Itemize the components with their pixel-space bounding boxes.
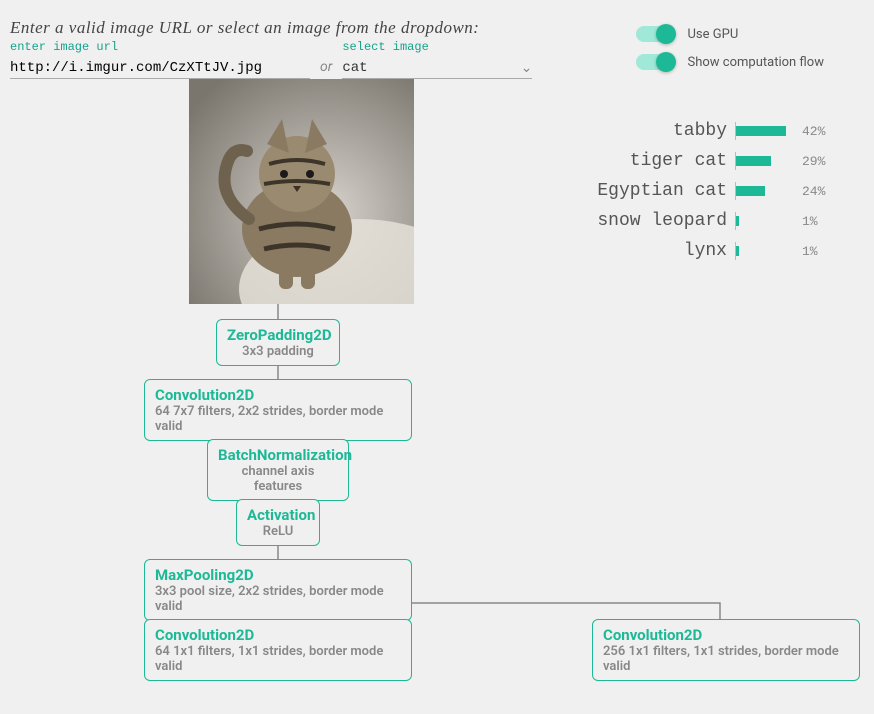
input-image	[189, 79, 414, 304]
prediction-label: Egyptian cat	[577, 181, 727, 201]
node-subtitle: 256 1x1 filters, 1x1 strides, border mod…	[603, 644, 849, 674]
prediction-bar	[736, 186, 796, 196]
prediction-percent: 29%	[802, 154, 834, 169]
prediction-label: lynx	[577, 241, 727, 261]
prediction-bar	[736, 216, 796, 226]
prediction-label: tiger cat	[577, 151, 727, 171]
chevron-down-icon: ⌄	[521, 60, 533, 76]
select-field: select image cat ⌄	[342, 40, 532, 79]
node-subtitle: 64 7x7 filters, 2x2 strides, border mode…	[155, 404, 401, 434]
node-subtitle: channel axis features	[218, 464, 338, 494]
node-subtitle: ReLU	[247, 524, 309, 539]
url-input[interactable]	[10, 56, 310, 79]
node-activation[interactable]: Activation ReLU	[236, 499, 320, 546]
prediction-percent: 1%	[802, 214, 834, 229]
prediction-label: tabby	[577, 121, 727, 141]
node-zeropadding[interactable]: ZeroPadding2D 3x3 padding	[216, 319, 340, 366]
node-subtitle: 64 1x1 filters, 1x1 strides, border mode…	[155, 644, 401, 674]
flow-toggle-label: Show computation flow	[688, 55, 825, 70]
node-title: ZeroPadding2D	[227, 326, 329, 344]
node-maxpool[interactable]: MaxPooling2D 3x3 pool size, 2x2 strides,…	[144, 559, 412, 621]
node-title: Convolution2D	[155, 386, 401, 404]
prediction-row: Egyptian cat 24%	[574, 181, 834, 201]
url-field-label: enter image url	[10, 40, 310, 54]
prediction-row: snow leopard 1%	[574, 211, 834, 231]
gpu-toggle[interactable]	[636, 26, 674, 42]
predictions-list: tabby 42% tiger cat 29% Egyptian cat 24% snow …	[574, 121, 834, 271]
prediction-percent: 1%	[802, 244, 834, 259]
flow-toggle[interactable]	[636, 54, 674, 70]
node-title: BatchNormalization	[218, 446, 338, 464]
instruction-text: Enter a valid image URL or select an ima…	[10, 18, 532, 38]
node-batchnorm[interactable]: BatchNormalization channel axis features	[207, 439, 349, 501]
node-conv-64-1x1[interactable]: Convolution2D 64 1x1 filters, 1x1 stride…	[144, 619, 412, 681]
prediction-row: tiger cat 29%	[574, 151, 834, 171]
prediction-row: tabby 42%	[574, 121, 834, 141]
prediction-bar	[736, 156, 796, 166]
prediction-percent: 24%	[802, 184, 834, 199]
select-field-label: select image	[342, 40, 532, 54]
node-title: Convolution2D	[155, 626, 401, 644]
node-subtitle: 3x3 pool size, 2x2 strides, border mode …	[155, 584, 401, 614]
node-title: MaxPooling2D	[155, 566, 401, 584]
node-title: Activation	[247, 506, 309, 524]
prediction-label: snow leopard	[577, 211, 727, 231]
prediction-percent: 42%	[802, 124, 834, 139]
node-title: Convolution2D	[603, 626, 849, 644]
node-conv-256-1x1[interactable]: Convolution2D 256 1x1 filters, 1x1 strid…	[592, 619, 860, 681]
image-select-value: cat	[342, 60, 520, 76]
or-separator: or	[320, 59, 332, 79]
url-field: enter image url	[10, 40, 310, 79]
node-conv-7x7[interactable]: Convolution2D 64 7x7 filters, 2x2 stride…	[144, 379, 412, 441]
prediction-bar	[736, 246, 796, 256]
prediction-row: lynx 1%	[574, 241, 834, 261]
node-subtitle: 3x3 padding	[227, 344, 329, 359]
image-select[interactable]: cat ⌄	[342, 56, 532, 79]
prediction-bar	[736, 126, 796, 136]
gpu-toggle-label: Use GPU	[688, 27, 739, 42]
